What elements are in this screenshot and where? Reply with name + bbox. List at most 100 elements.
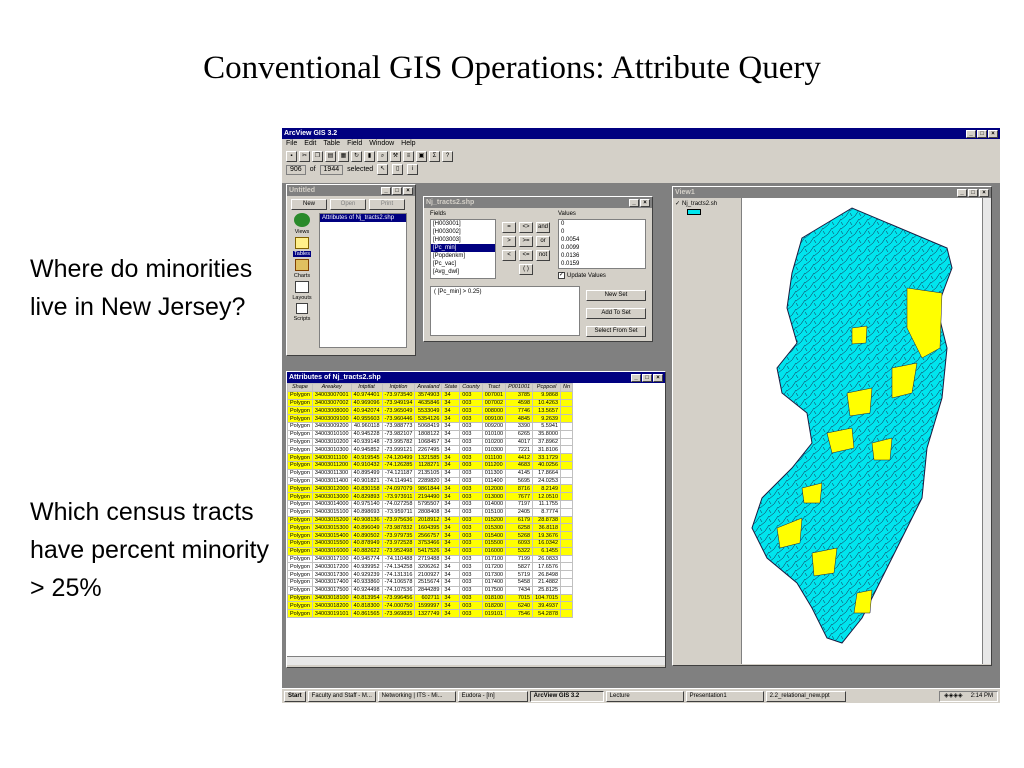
table-row[interactable]: Polygon 34003015500 40.878949 -73.972528 375…	[287, 538, 574, 548]
op-and-button[interactable]: and	[536, 222, 550, 233]
new-set-button[interactable]: New Set	[586, 290, 646, 301]
task-button-active[interactable]: ArcView GIS 3.2	[529, 690, 604, 702]
charts-icon[interactable]	[295, 259, 309, 271]
identify-icon[interactable]: i	[407, 164, 419, 175]
expression-input[interactable]: ( [Pc_min] > 0.25)	[430, 286, 580, 336]
help-icon[interactable]: ?	[442, 150, 453, 162]
query-titlebar[interactable]: Nj_tracts2.shp _ ×	[424, 197, 652, 208]
minimize-icon[interactable]: _	[957, 188, 967, 197]
op-greater-button[interactable]: >	[502, 236, 516, 247]
pointer-icon[interactable]: ↖	[377, 164, 389, 175]
column-header[interactable]: State	[441, 383, 461, 392]
column-header[interactable]: Arealand	[414, 383, 443, 392]
table-row[interactable]: Polygon 34003008000 40.942074 -73.965049 553…	[287, 406, 574, 416]
minimize-icon[interactable]: _	[629, 198, 639, 207]
close-icon[interactable]: ×	[403, 186, 413, 195]
attribute-titlebar[interactable]: Attributes of Nj_tracts2.shp _ □ ×	[287, 372, 665, 383]
list-item[interactable]: [Popdenkm]	[431, 252, 495, 260]
table-row[interactable]: Polygon 34003011400 40.901821 -74.114941 228…	[287, 476, 574, 486]
list-item[interactable]: 0	[559, 228, 645, 236]
table-row[interactable]: Polygon 34003018200 40.818300 -74.000750 159…	[287, 601, 574, 611]
save-icon[interactable]: ▪	[286, 150, 297, 162]
op-notequal-button[interactable]: <>	[519, 222, 533, 233]
maximize-icon[interactable]: □	[977, 129, 987, 138]
minimize-icon[interactable]: _	[966, 129, 976, 138]
list-item[interactable]: [H003001]	[431, 220, 495, 228]
views-label[interactable]: Views	[295, 229, 310, 235]
view-titlebar[interactable]: View1 _ □ ×	[673, 187, 991, 198]
table-row[interactable]: Polygon 34003010200 40.939148 -73.995782 106…	[287, 437, 574, 447]
cut-icon[interactable]: ✂	[299, 150, 310, 162]
op-equals-button[interactable]: =	[502, 222, 516, 233]
op-not-button[interactable]: not	[536, 250, 550, 261]
table-row[interactable]: Polygon 34003011200 40.910432 -74.126285 112…	[287, 460, 574, 470]
table-row[interactable]: Polygon 34003012000 40.830158 -74.097079 986…	[287, 484, 574, 494]
find-icon[interactable]: ⌕	[377, 150, 388, 162]
maximize-icon[interactable]: □	[968, 188, 978, 197]
add-to-set-button[interactable]: Add To Set	[586, 308, 646, 319]
close-icon[interactable]: ×	[979, 188, 989, 197]
menu-field[interactable]: Field	[347, 140, 362, 148]
column-header[interactable]: Areakey	[311, 383, 352, 392]
table-row[interactable]: Polygon 34003015300 40.896049 -73.987832 160…	[287, 523, 574, 533]
op-less-button[interactable]: <	[502, 250, 516, 261]
table-row[interactable]: Polygon 34003019101 40.861565 -73.969835 132…	[287, 609, 574, 618]
layouts-label[interactable]: Layouts	[292, 295, 311, 301]
column-header[interactable]: Pcppcel	[532, 383, 562, 392]
scripts-label[interactable]: Scripts	[294, 316, 311, 322]
column-header[interactable]: Intptlat	[350, 383, 383, 392]
task-button[interactable]: Faculty and Staff - M...	[307, 690, 376, 702]
open-button[interactable]: Open	[330, 199, 366, 210]
table-row[interactable]: Polygon 34003010300 40.945852 -73.999121 226…	[287, 445, 574, 455]
update-values-checkbox[interactable]: ✓ Update Values	[558, 272, 606, 279]
chart-icon[interactable]: ▮	[364, 150, 375, 162]
table-props-icon[interactable]: ▦	[338, 150, 349, 162]
tray-icons[interactable]: ◈◈◈◈	[944, 692, 962, 701]
paste-icon[interactable]: ▤	[325, 150, 336, 162]
table-row[interactable]: Polygon 34003018100 40.813954 -73.996456 602…	[287, 593, 574, 603]
project-titlebar[interactable]: Untitled _ □ ×	[287, 185, 415, 196]
map-canvas[interactable]	[742, 198, 983, 664]
list-item[interactable]: [Avg_dwl]	[431, 268, 495, 276]
layouts-icon[interactable]	[295, 281, 309, 293]
promote-icon[interactable]: ▣	[416, 150, 427, 162]
list-item[interactable]: [H003003]	[431, 236, 495, 244]
select-from-set-button[interactable]: Select From Set	[586, 326, 646, 337]
task-button[interactable]: Eudora - [In]	[457, 690, 528, 702]
column-header[interactable]: Tract	[481, 383, 507, 392]
minimize-icon[interactable]: _	[631, 373, 641, 382]
table-row[interactable]: Polygon 34003007002 40.969096 -73.949194 463…	[287, 398, 574, 408]
checkbox-icon[interactable]: ✓	[675, 200, 680, 207]
maximize-icon[interactable]: □	[392, 186, 402, 195]
table-row[interactable]: Polygon 34003015100 40.898693 -73.959711 280…	[287, 507, 574, 517]
summarize-icon[interactable]: Σ	[429, 150, 440, 162]
list-item[interactable]: 0.0136	[559, 252, 645, 260]
table-row[interactable]: Polygon 34003015200 40.908136 -73.975636 201…	[287, 515, 574, 525]
table-row[interactable]: Polygon 34003017500 40.924498 -74.107536 284…	[287, 585, 574, 595]
list-item[interactable]: [H003002]	[431, 228, 495, 236]
copy-icon[interactable]: ❐	[312, 150, 323, 162]
menu-edit[interactable]: Edit	[304, 140, 316, 148]
op-parens-button[interactable]: ( )	[519, 264, 533, 275]
charts-label[interactable]: Charts	[294, 273, 310, 279]
values-list[interactable]: 0 0 0.0054 0.0099 0.0136 0.0159	[558, 219, 646, 269]
op-less-equal-button[interactable]: <=	[519, 250, 533, 261]
minimize-icon[interactable]: _	[381, 186, 391, 195]
table-row[interactable]: Polygon 34003009100 40.955603 -73.960446 535…	[287, 414, 574, 423]
horizontal-scrollbar[interactable]	[287, 656, 665, 665]
list-item[interactable]: [Pc_vac]	[431, 260, 495, 268]
close-icon[interactable]: ×	[988, 129, 998, 138]
table-row[interactable]: Polygon 34003017300 40.929239 -74.131316 210…	[287, 570, 574, 579]
table-row[interactable]: Polygon 34003013000 40.829893 -73.973911 219…	[287, 492, 574, 501]
list-item-selected[interactable]: [Pc_min]	[431, 244, 495, 252]
vertical-scrollbar[interactable]	[982, 198, 991, 664]
table-row[interactable]: Polygon 34003016000 40.882622 -73.952498 541…	[287, 546, 574, 556]
table-row[interactable]: Polygon 34003017200 40.939952 -74.134258 320…	[287, 562, 574, 572]
column-header[interactable]: P001001	[505, 383, 534, 392]
fields-list[interactable]: [H003001] [H003002] [H003003] [Pc_min] […	[430, 219, 496, 279]
maximize-icon[interactable]: □	[642, 373, 652, 382]
list-item[interactable]: Attributes of Nj_tracts2.shp	[320, 214, 406, 222]
menu-file[interactable]: File	[286, 140, 297, 148]
table-row[interactable]: Polygon 34003017100 40.945774 -74.110488 271…	[287, 554, 574, 564]
close-icon[interactable]: ×	[640, 198, 650, 207]
